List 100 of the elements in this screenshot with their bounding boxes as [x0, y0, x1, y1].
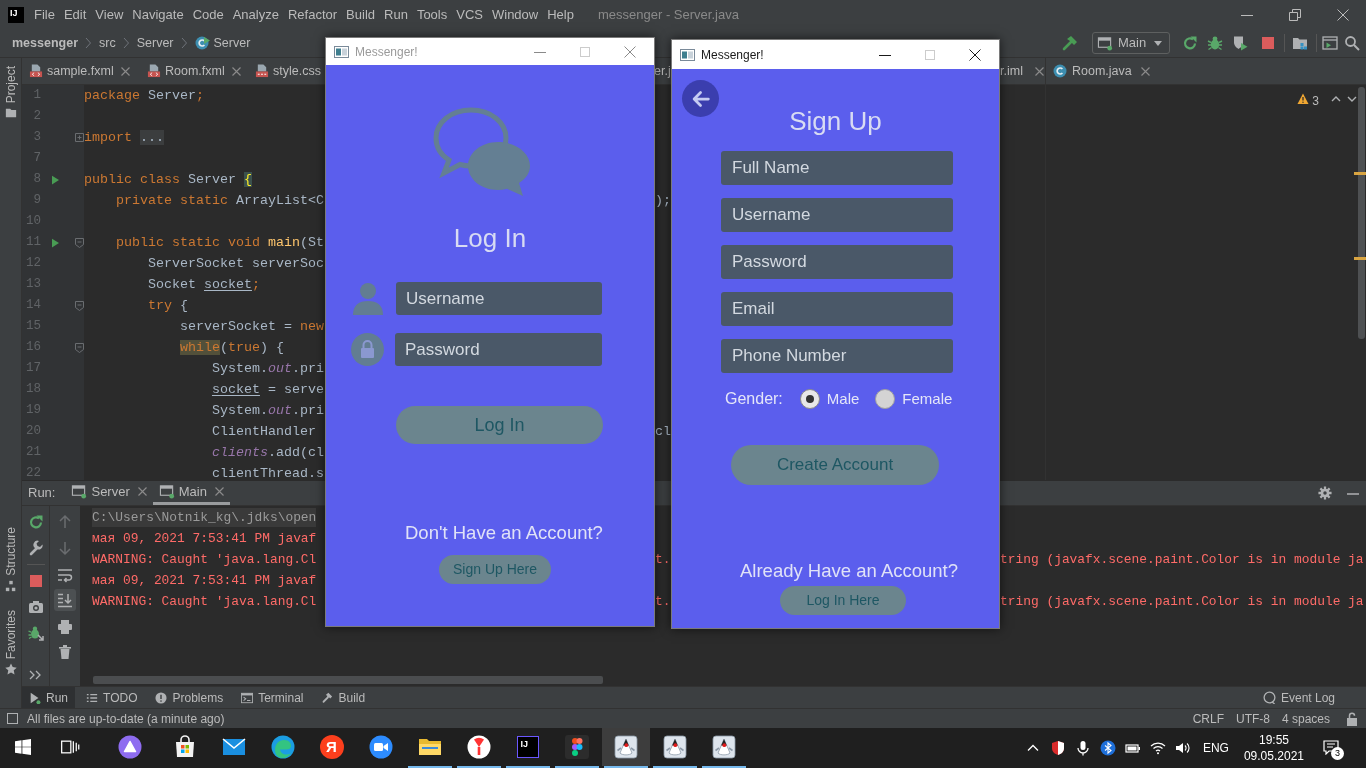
wifi-icon[interactable] [1149, 740, 1166, 756]
radio-label[interactable]: Female [902, 387, 953, 411]
taskbar-app-glyph[interactable]: Я [319, 735, 344, 759]
mascot-icon[interactable] [662, 735, 687, 759]
editor-tab[interactable]: style.css [248, 58, 327, 84]
radio-button[interactable] [799, 389, 820, 409]
menu-item[interactable]: Build [346, 4, 375, 25]
speaker-icon[interactable] [1174, 740, 1191, 756]
menu-item[interactable]: Code [192, 4, 224, 25]
stop-icon[interactable] [1260, 35, 1276, 51]
folder-grid-icon[interactable] [1292, 35, 1308, 51]
scrollbar[interactable] [1358, 87, 1365, 339]
status-item[interactable]: 4 spaces [1281, 709, 1330, 728]
mascot-icon[interactable] [601, 728, 650, 766]
menu-item[interactable]: Navigate [132, 4, 184, 25]
window-play-icon[interactable] [1322, 35, 1338, 51]
menu-item[interactable]: Help [547, 4, 574, 25]
tool-window-tab[interactable]: Run [22, 687, 75, 708]
circle-logo-icon[interactable] [466, 735, 491, 759]
process-tab[interactable]: Server [65, 481, 153, 505]
side-tab[interactable]: Structure [3, 526, 18, 592]
editor-tab[interactable]: sample.fxml [22, 58, 136, 84]
menu-item[interactable]: Tools [416, 4, 448, 25]
hammer-icon[interactable] [1062, 35, 1078, 51]
search-icon[interactable] [1344, 35, 1360, 51]
tab-close-icon[interactable] [1034, 66, 1044, 76]
event-log-tab[interactable]: Event Log [1262, 687, 1335, 708]
menu-item[interactable]: Refactor [287, 4, 338, 25]
editor-tab[interactable]: Room.fxml [140, 58, 247, 84]
editor-tab[interactable]: r.iml [1000, 58, 1044, 84]
menu-item[interactable]: Analyze [232, 4, 279, 25]
swirl-icon[interactable] [270, 735, 295, 759]
tab-close-icon[interactable] [1140, 66, 1150, 76]
shield-play-icon[interactable] [1232, 35, 1248, 51]
lock-icon[interactable] [1346, 711, 1358, 726]
breadcrumb[interactable]: messenger [12, 33, 78, 53]
bluetooth-icon[interactable] [1099, 740, 1116, 756]
scroll-to-end-icon[interactable] [54, 589, 76, 611]
notification-icon[interactable] [1323, 739, 1339, 755]
restore-icon[interactable] [1289, 8, 1301, 21]
input-field[interactable]: Password [395, 333, 602, 366]
radio-label[interactable]: Male [826, 387, 860, 411]
fold-plus-icon[interactable] [75, 133, 84, 142]
taskbar-app-glyph[interactable]: IJ [516, 736, 539, 758]
clock-date[interactable]: 09.05.2021 [1243, 748, 1304, 764]
warning-count[interactable]: 3 [1312, 92, 1319, 110]
tool-window-tab[interactable]: Build [314, 687, 373, 708]
input-field[interactable]: Email [721, 292, 953, 326]
side-tab[interactable]: Favorites [3, 609, 18, 675]
input-field[interactable]: Phone Number [721, 339, 953, 373]
breadcrumb[interactable]: Server [136, 33, 174, 53]
input-field[interactable]: Username [721, 198, 953, 232]
warning-icon[interactable] [1297, 93, 1310, 105]
fold-minus-icon[interactable] [75, 237, 84, 248]
close-icon[interactable] [969, 48, 981, 61]
tool-window-tab[interactable]: TODO [79, 687, 145, 708]
settings-icon[interactable] [1318, 486, 1332, 500]
input-field[interactable]: Password [721, 245, 953, 279]
tool-window-tab[interactable]: Problems [148, 687, 231, 708]
rerun-icon[interactable] [1182, 35, 1198, 51]
fold-minus-icon[interactable] [75, 342, 84, 353]
shield-icon[interactable] [1049, 740, 1066, 756]
chevron-up-icon[interactable] [1331, 95, 1341, 103]
run-icon[interactable] [52, 237, 59, 248]
breadcrumb[interactable]: src [99, 33, 116, 53]
back-button[interactable] [682, 80, 719, 117]
side-tab[interactable]: Project [3, 66, 18, 120]
menu-item[interactable]: Window [491, 4, 539, 25]
video-camera-icon[interactable] [368, 735, 393, 759]
language-indicator[interactable]: ENG [1202, 739, 1229, 757]
tool-windows-icon[interactable] [7, 713, 18, 724]
menu-item[interactable]: VCS [456, 4, 483, 25]
clock-time[interactable]: 19:55 [1258, 732, 1289, 748]
status-item[interactable]: UTF-8 [1235, 709, 1270, 728]
menu-item[interactable]: Run [384, 4, 408, 25]
input-field[interactable]: Username [396, 282, 602, 315]
tab-close-icon[interactable] [137, 487, 147, 496]
menu-item[interactable]: File [34, 4, 55, 25]
editor-tab[interactable]: Room.java [1046, 58, 1156, 84]
tool-window-tab[interactable]: Terminal [234, 687, 311, 708]
microphone-icon[interactable] [1074, 740, 1091, 756]
input-field[interactable]: Full Name [721, 151, 953, 185]
status-item[interactable]: CRLF [1192, 709, 1224, 728]
menu-item[interactable]: View [95, 4, 124, 25]
chevron-down-icon[interactable] [1347, 95, 1357, 103]
scrollbar[interactable] [93, 676, 603, 684]
tab-close-icon[interactable] [231, 66, 241, 76]
run-config-dropdown[interactable]: Main [1092, 32, 1170, 54]
fold-minus-icon[interactable] [75, 300, 84, 311]
run-icon[interactable] [52, 174, 59, 185]
menu-item[interactable]: Edit [63, 4, 87, 25]
tab-close-icon[interactable] [120, 66, 130, 76]
bug-icon[interactable] [1207, 35, 1223, 51]
colored-dots-icon[interactable] [564, 735, 589, 759]
start-icon[interactable] [14, 739, 31, 755]
tab-close-icon[interactable] [214, 487, 224, 496]
breadcrumb[interactable]: Server [194, 33, 251, 53]
mascot-icon[interactable] [711, 735, 736, 759]
editor-tab[interactable]: er.j [654, 58, 671, 84]
radio-button[interactable] [875, 389, 896, 409]
